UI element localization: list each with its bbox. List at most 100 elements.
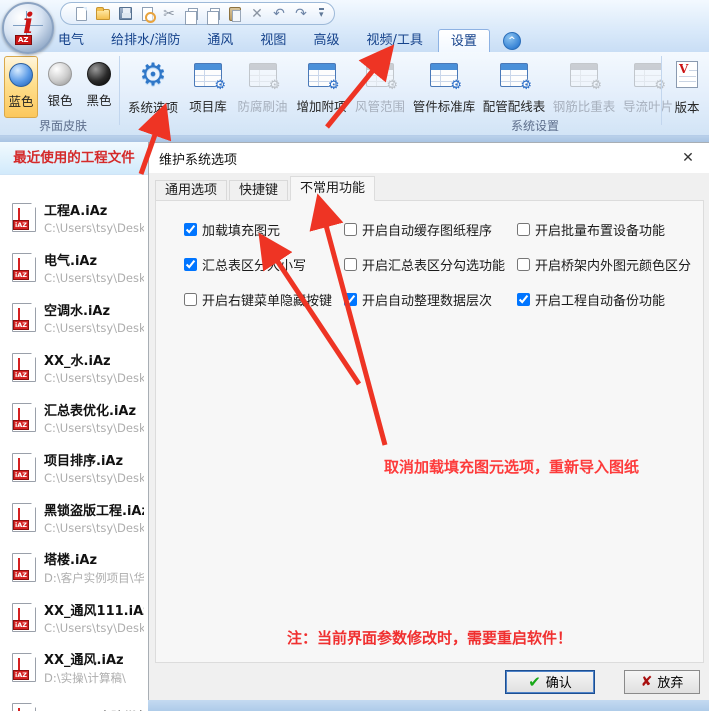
skin-silver-button[interactable]: 银色 <box>43 56 77 118</box>
check-icon: ✔ <box>528 673 541 691</box>
iaz-file-icon: iAZ <box>12 253 36 282</box>
tab-plumbing-fire[interactable]: 给排水/消防 <box>99 29 192 52</box>
checkbox-input[interactable] <box>184 293 197 306</box>
table-gear-icon <box>194 63 222 87</box>
table-gear-icon <box>500 63 528 87</box>
pipe-wiring-table-button[interactable]: 配管配线表 <box>480 54 548 126</box>
checkbox-input[interactable] <box>517 223 530 236</box>
checkbox-summary-tick-select[interactable]: 开启汇总表区分勾选功能 <box>344 255 517 274</box>
maintain-system-options-dialog: 维护系统选项 ✕ 通用选项 快捷键 不常用功能 加载填充图元 开启自动缓存图纸程… <box>148 142 709 700</box>
project-library-button[interactable]: 项目库 <box>184 54 232 126</box>
tab-shortcuts[interactable]: 快捷键 <box>229 180 288 201</box>
checkbox-rightclick-hide-button[interactable]: 开启右键菜单隐藏按键 <box>184 290 344 309</box>
checkbox-input[interactable] <box>344 293 357 306</box>
cut-icon[interactable]: ✂ <box>161 6 177 22</box>
file-item[interactable]: iAZ 电气.iAzC:\Users\tsy\Desktop\ <box>0 242 148 292</box>
table-gear-icon <box>308 63 336 87</box>
table-gear-icon <box>430 63 458 87</box>
gear-icon: ⚙ <box>139 58 167 92</box>
checkbox-grid: 加载填充图元 开启自动缓存图纸程序 开启批量布置设备功能 汇总表区分大小写 开启… <box>184 212 691 317</box>
iaz-file-icon: iAZ <box>12 303 36 332</box>
iaz-file-icon: iAZ <box>12 503 36 532</box>
checkbox-input[interactable] <box>344 223 357 236</box>
iaz-file-icon: iAZ <box>12 703 36 711</box>
confirm-button[interactable]: ✔ 确认 <box>505 670 595 694</box>
undo-icon[interactable]: ↶ <box>271 6 287 22</box>
add-attachment-button[interactable]: 增加附项 <box>293 54 350 126</box>
checkbox-input[interactable] <box>184 258 197 271</box>
paste-icon[interactable] <box>227 6 243 22</box>
file-item[interactable]: iAZ 塔楼.iAzD:\客户实例项目\华腾 <box>0 542 148 592</box>
app-logo-icon: i AZ <box>10 9 46 47</box>
duct-range-button: 风管范围 <box>352 54 408 126</box>
iaz-file-icon: iAZ <box>12 603 36 632</box>
tab-general-options[interactable]: 通用选项 <box>155 180 227 201</box>
iaz-file-icon: iAZ <box>12 553 36 582</box>
table-gear-icon <box>634 63 662 87</box>
checkbox-load-fill-elements[interactable]: 加载填充图元 <box>184 220 344 239</box>
file-item[interactable]: iAZ 空调水.iAzC:\Users\tsy\Desktop\ <box>0 292 148 342</box>
file-item[interactable]: iAZ 工程A.iAzC:\Users\tsy\Desktop\ <box>0 192 148 242</box>
uncommon-features-tab-page: 加载填充图元 开启自动缓存图纸程序 开启批量布置设备功能 汇总表区分大小写 开启… <box>155 200 704 663</box>
file-item[interactable]: iAZ EPC项目庭院燃气达标.iAz <box>0 692 148 711</box>
rebar-weight-table-button: 钢筋比重表 <box>550 54 618 126</box>
tab-ventilation[interactable]: 通风 <box>195 29 245 52</box>
checkbox-input[interactable] <box>517 293 530 306</box>
file-item[interactable]: iAZ 黑锁盗版工程.iAzC:\Users\tsy\Desktop\ <box>0 492 148 542</box>
anticorrosion-paint-button: 防腐刷油 <box>234 54 291 126</box>
checkbox-input[interactable] <box>184 223 197 236</box>
tab-video-tools[interactable]: 视频/工具 <box>354 29 434 52</box>
checkbox-summary-case-sensitive[interactable]: 汇总表区分大小写 <box>184 255 344 274</box>
collapse-ribbon-button[interactable]: ^ <box>503 32 521 50</box>
file-item[interactable]: iAZ XX_水.iAzC:\Users\tsy\Desktop\ <box>0 342 148 392</box>
ribbon-tab-bar: 电气 给排水/消防 通风 视图 高级 视频/工具 设置 ^ <box>0 27 709 52</box>
tab-view[interactable]: 视图 <box>248 29 298 52</box>
system-options-button[interactable]: ⚙ 系统选项 <box>124 54 182 126</box>
checkbox-batch-place-equipment[interactable]: 开启批量布置设备功能 <box>517 220 691 239</box>
pipe-fitting-standard-button[interactable]: 管件标准库 <box>410 54 478 126</box>
iaz-file-icon: iAZ <box>12 653 36 682</box>
app-logo-badge: AZ <box>15 35 32 45</box>
checkbox-auto-backup[interactable]: 开启工程自动备份功能 <box>517 290 691 309</box>
file-item[interactable]: iAZ XX_通风.iAzD:\实操\计算稿\ <box>0 642 148 692</box>
checkbox-input[interactable] <box>517 258 530 271</box>
version-document-icon <box>676 61 698 88</box>
save-icon[interactable] <box>117 6 133 22</box>
print-preview-icon[interactable] <box>139 6 155 22</box>
quick-access-toolbar: ✂ ✕ ↶ ↷ ▾ <box>60 2 335 25</box>
blue-sphere-icon <box>9 63 33 87</box>
recent-files-header: 最近使用的工程文件 <box>0 142 148 175</box>
checkbox-auto-organize-data[interactable]: 开启自动整理数据层次 <box>344 290 517 309</box>
skin-blue-button[interactable]: 蓝色 <box>4 56 38 118</box>
checkbox-input[interactable] <box>344 258 357 271</box>
abandon-button[interactable]: ✘ 放弃 <box>624 670 700 694</box>
system-settings-group-label: 系统设置 <box>455 117 615 134</box>
silver-sphere-icon <box>48 62 72 86</box>
open-folder-icon[interactable] <box>95 6 111 22</box>
tab-advanced[interactable]: 高级 <box>301 29 351 52</box>
new-document-icon[interactable] <box>73 6 89 22</box>
iaz-file-icon: iAZ <box>12 203 36 232</box>
checkbox-auto-cache-drawings[interactable]: 开启自动缓存图纸程序 <box>344 220 517 239</box>
customize-toolbar-icon[interactable]: ▾ <box>319 8 324 19</box>
skin-group-label: 界面皮肤 <box>18 117 108 134</box>
checkbox-tray-color-distinguish[interactable]: 开启桥架内外图元颜色区分 <box>517 255 691 274</box>
application-menu-button[interactable]: i AZ <box>2 2 54 54</box>
file-item[interactable]: iAZ XX_通风111.iAzC:\Users\tsy\Desktop\ <box>0 592 148 642</box>
close-icon[interactable]: ✕ <box>667 143 709 173</box>
dialog-tab-strip: 通用选项 快捷键 不常用功能 <box>155 177 377 201</box>
redo-icon[interactable]: ↷ <box>293 6 309 22</box>
dialog-title: 维护系统选项 <box>149 143 709 173</box>
copy-icon[interactable] <box>183 6 199 22</box>
file-item[interactable]: iAZ 项目排序.iAzC:\Users\tsy\Desktop\ <box>0 442 148 492</box>
tab-settings[interactable]: 设置 <box>438 29 490 52</box>
version-button[interactable]: 版本 <box>667 54 707 126</box>
restart-note-text: 注：当前界面参数修改时，需要重启软件！ <box>156 627 703 648</box>
skin-black-button[interactable]: 黑色 <box>82 56 116 118</box>
duplicate-icon[interactable] <box>205 6 221 22</box>
tab-uncommon-features[interactable]: 不常用功能 <box>290 176 375 201</box>
delete-icon[interactable]: ✕ <box>249 6 265 22</box>
ribbon: 蓝色 银色 黑色 界面皮肤 ⚙ 系统选项 项目库 防腐刷油 增加附项 <box>0 52 709 136</box>
file-item[interactable]: iAZ 汇总表优化.iAzC:\Users\tsy\Desktop\ <box>0 392 148 442</box>
table-gear-icon <box>570 63 598 87</box>
